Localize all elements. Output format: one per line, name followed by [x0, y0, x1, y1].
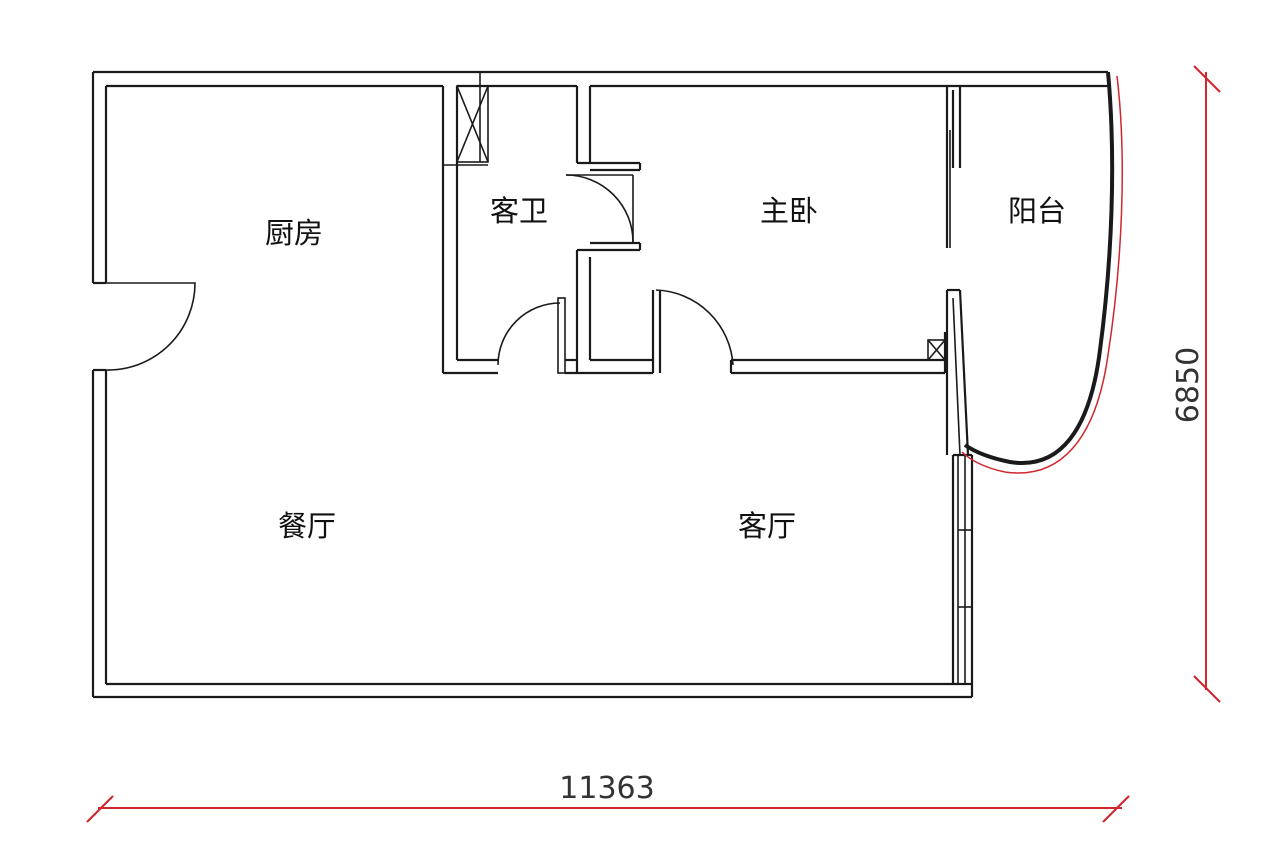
- balcony-railing: [961, 71, 1123, 474]
- height-dimension-text: 6850: [1171, 347, 1206, 423]
- shaft: [443, 72, 489, 166]
- bedroom-walls: [651, 289, 947, 375]
- master-bedroom-label: 主卧: [760, 194, 818, 228]
- height-dimension: 6850: [1171, 65, 1221, 703]
- floor-plan: 厨房 客卫 主卧 阳台 餐厅 客厅 11363 6850: [86, 65, 1221, 823]
- guest-bath-label: 客卫: [490, 194, 548, 228]
- entrance-door: [105, 282, 196, 371]
- width-dimension-text: 11363: [559, 771, 654, 806]
- living-room-label: 客厅: [738, 509, 796, 543]
- dining-room-label: 餐厅: [278, 509, 336, 543]
- outer-walls: [91, 70, 1108, 699]
- width-dimension: 11363: [86, 771, 1130, 823]
- balcony-partition: [945, 86, 974, 697]
- kitchen-label: 厨房: [265, 216, 323, 250]
- balcony-label: 阳台: [1008, 194, 1066, 228]
